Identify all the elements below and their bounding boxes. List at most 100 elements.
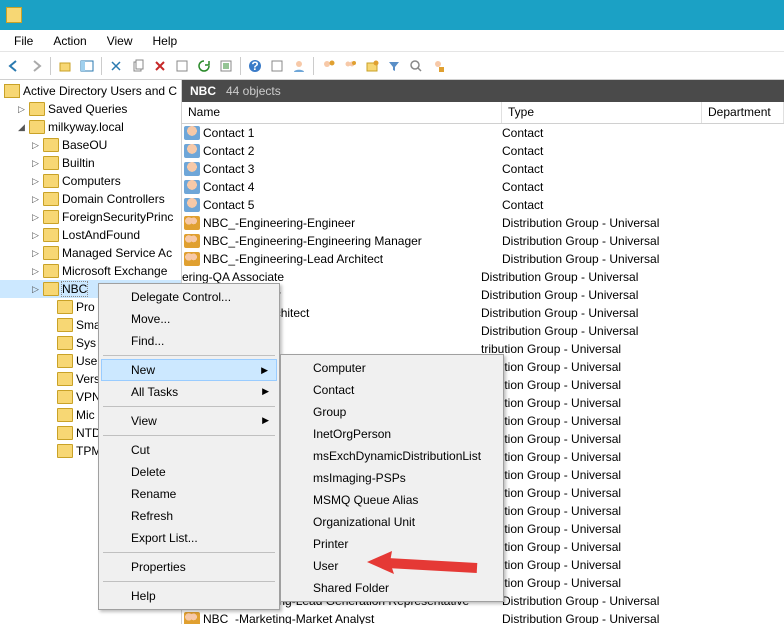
ctx-export[interactable]: Export List... (101, 527, 277, 549)
expand-icon[interactable]: ▷ (30, 176, 41, 187)
help-button[interactable]: ? (245, 56, 265, 76)
back-button[interactable] (4, 56, 24, 76)
menu-view[interactable]: View (97, 32, 143, 50)
list-row[interactable]: Contact 4Contact (182, 178, 784, 196)
find-button[interactable] (267, 56, 287, 76)
add-user-button[interactable] (318, 56, 338, 76)
tree-root[interactable]: Active Directory Users and C (0, 82, 181, 100)
ctx-find[interactable]: Find... (101, 330, 277, 352)
add-group-button[interactable] (340, 56, 360, 76)
new-user[interactable]: User (283, 555, 501, 577)
list-row[interactable]: NBC_-Marketing-Market AnalystDistributio… (182, 610, 784, 624)
col-type[interactable]: Type (502, 102, 702, 123)
submenu-arrow-icon: ▶ (262, 386, 269, 397)
ctx-delete[interactable]: Delete (101, 461, 277, 483)
user-props-button[interactable] (428, 56, 448, 76)
new-contact[interactable]: Contact (283, 379, 501, 401)
new-inetorgperson[interactable]: InetOrgPerson (283, 423, 501, 445)
ctx-view[interactable]: View▶ (101, 410, 277, 432)
ou-icon (57, 336, 73, 350)
users-button[interactable] (289, 56, 309, 76)
tree-item-managed-service-ac[interactable]: ▷Managed Service Ac (0, 244, 181, 262)
ctx-properties[interactable]: Properties (101, 556, 277, 578)
svg-text:?: ? (251, 59, 258, 73)
list-row[interactable]: NBC_-Engineering-EngineerDistribution Gr… (182, 214, 784, 232)
properties-button[interactable] (172, 56, 192, 76)
delete-button[interactable] (150, 56, 170, 76)
pathbar: NBC 44 objects (182, 80, 784, 102)
col-name[interactable]: Name (182, 102, 502, 123)
expand-icon[interactable]: ▷ (30, 194, 41, 205)
export-button[interactable] (216, 56, 236, 76)
list-row[interactable]: NBC_-Engineering-Lead ArchitectDistribut… (182, 250, 784, 268)
list-row[interactable]: Contact 2Contact (182, 142, 784, 160)
search-button[interactable] (406, 56, 426, 76)
tree-item-baseou[interactable]: ▷BaseOU (0, 136, 181, 154)
new-printer[interactable]: Printer (283, 533, 501, 555)
ctx-refresh[interactable]: Refresh (101, 505, 277, 527)
list-row[interactable]: Contact 1Contact (182, 124, 784, 142)
tree-item-builtin[interactable]: ▷Builtin (0, 154, 181, 172)
list-header: Name Type Department (182, 102, 784, 124)
ctx-alltasks[interactable]: All Tasks▶ (101, 381, 277, 403)
ctx-rename[interactable]: Rename (101, 483, 277, 505)
up-button[interactable] (55, 56, 75, 76)
collapse-icon[interactable]: ◢ (16, 122, 27, 133)
app-icon (6, 7, 22, 23)
forward-button[interactable] (26, 56, 46, 76)
ou-icon (57, 318, 73, 332)
titlebar (0, 0, 784, 30)
ou-icon (43, 138, 59, 152)
expand-icon[interactable]: ▷ (30, 248, 41, 259)
tree-item-domain-controllers[interactable]: ▷Domain Controllers (0, 190, 181, 208)
show-hide-tree-button[interactable] (77, 56, 97, 76)
ctx-new[interactable]: New▶ (101, 359, 277, 381)
refresh-button[interactable] (194, 56, 214, 76)
context-menu[interactable]: Delegate Control... Move... Find... New▶… (98, 283, 280, 610)
tree-item-computers[interactable]: ▷Computers (0, 172, 181, 190)
ou-icon (57, 354, 73, 368)
expand-icon[interactable]: ▷ (30, 284, 41, 295)
new-group[interactable]: Group (283, 401, 501, 423)
list-row[interactable]: Contact 5Contact (182, 196, 784, 214)
filter-button[interactable] (384, 56, 404, 76)
new-msmq-queue-alias[interactable]: MSMQ Queue Alias (283, 489, 501, 511)
ou-icon (43, 156, 59, 170)
list-row[interactable]: Contact 3Contact (182, 160, 784, 178)
path-count: 44 objects (226, 84, 281, 98)
expand-icon[interactable]: ▷ (16, 104, 27, 115)
tree-item-microsoft-exchange[interactable]: ▷Microsoft Exchange (0, 262, 181, 280)
context-submenu-new[interactable]: ComputerContactGroupInetOrgPersonmsExchD… (280, 354, 504, 602)
expand-icon[interactable]: ▷ (30, 230, 41, 241)
ou-icon (57, 390, 73, 404)
ctx-help[interactable]: Help (101, 585, 277, 607)
expand-icon[interactable]: ▷ (30, 158, 41, 169)
new-msimaging-psps[interactable]: msImaging-PSPs (283, 467, 501, 489)
new-msexchdynamicdistributionlist[interactable]: msExchDynamicDistributionList (283, 445, 501, 467)
menu-action[interactable]: Action (43, 32, 96, 50)
tree-domain[interactable]: ◢ milkyway.local (0, 118, 181, 136)
ctx-move[interactable]: Move... (101, 308, 277, 330)
tree-item-lostandfound[interactable]: ▷LostAndFound (0, 226, 181, 244)
new-computer[interactable]: Computer (283, 357, 501, 379)
expand-icon[interactable]: ▷ (30, 212, 41, 223)
list-row[interactable]: NBC_-Engineering-Engineering ManagerDist… (182, 232, 784, 250)
ctx-cut[interactable]: Cut (101, 439, 277, 461)
ou-icon (57, 426, 73, 440)
tree-saved-queries[interactable]: ▷ Saved Queries (0, 100, 181, 118)
expand-icon[interactable]: ▷ (30, 266, 41, 277)
contact-icon (184, 162, 200, 176)
copy-button[interactable] (128, 56, 148, 76)
new-shared-folder[interactable]: Shared Folder (283, 577, 501, 599)
add-ou-button[interactable] (362, 56, 382, 76)
cut-button[interactable] (106, 56, 126, 76)
ctx-delegate[interactable]: Delegate Control... (101, 286, 277, 308)
new-organizational-unit[interactable]: Organizational Unit (283, 511, 501, 533)
ou-icon (57, 300, 73, 314)
menu-help[interactable]: Help (143, 32, 188, 50)
expand-icon[interactable]: ▷ (30, 140, 41, 151)
tree-item-foreignsecurityprinc[interactable]: ▷ForeignSecurityPrinc (0, 208, 181, 226)
menu-file[interactable]: File (4, 32, 43, 50)
group-icon (184, 612, 200, 624)
col-dept[interactable]: Department (702, 102, 784, 123)
